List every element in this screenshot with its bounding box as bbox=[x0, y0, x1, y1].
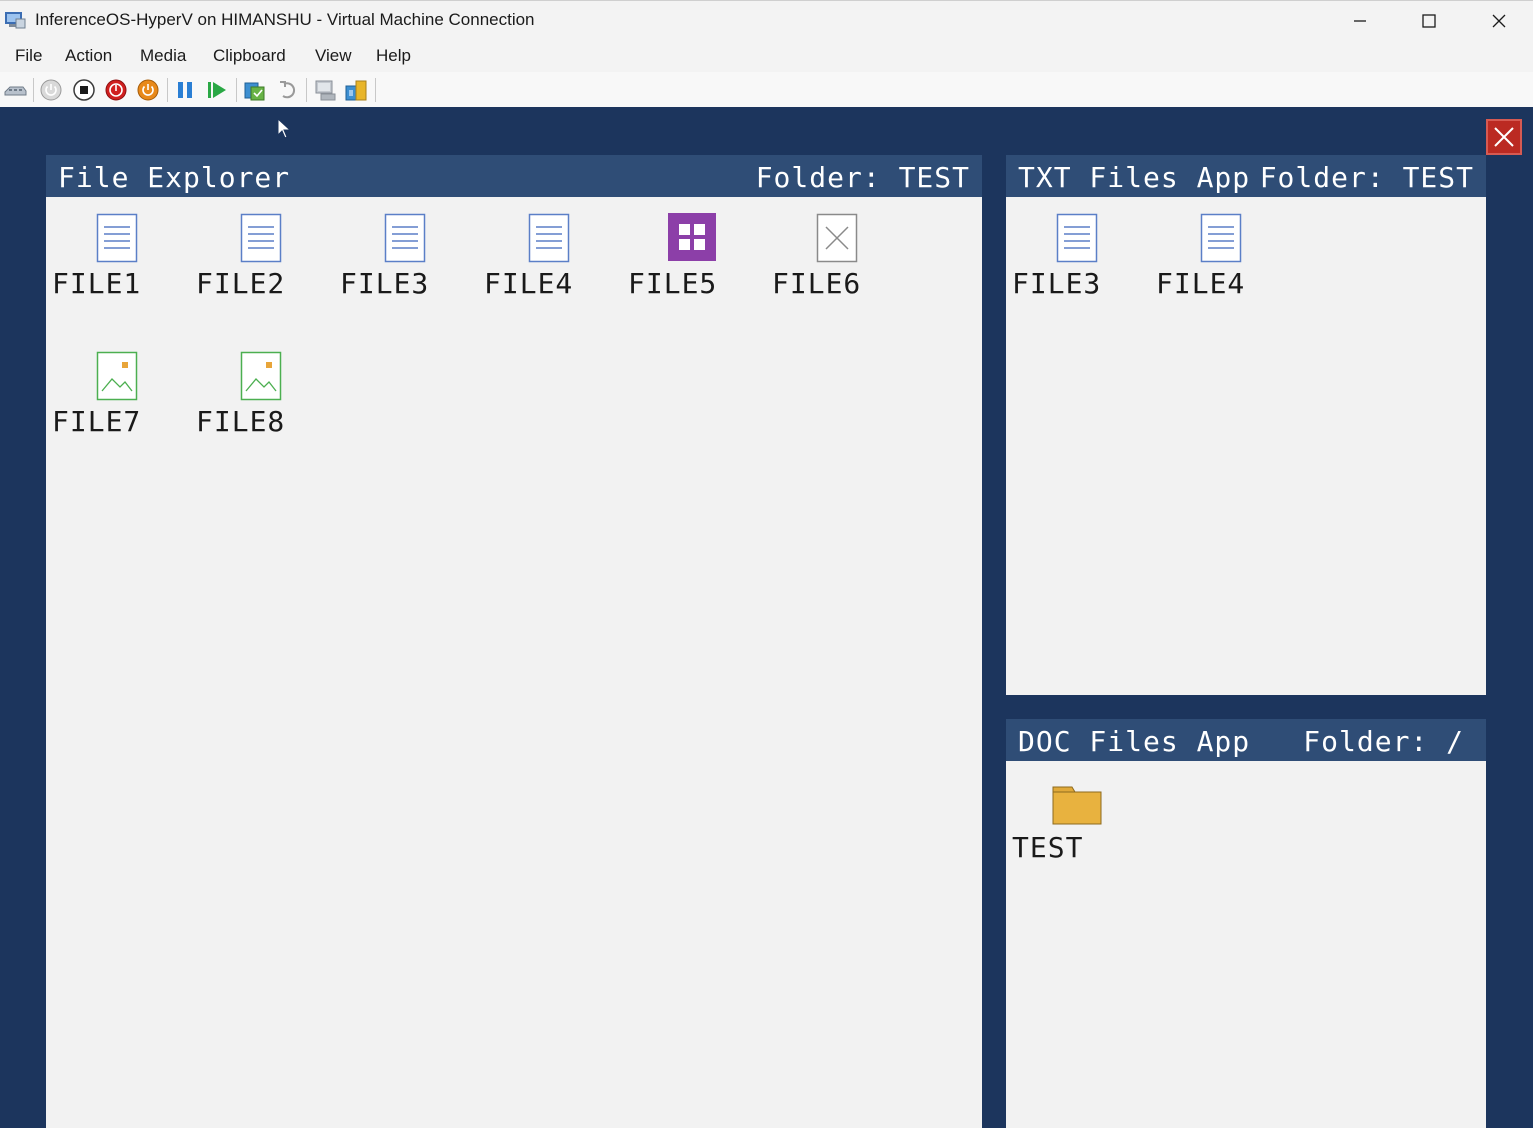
window-title: InferenceOS-HyperV on HIMANSHU - Virtual… bbox=[35, 10, 535, 29]
unknown-file-icon bbox=[816, 213, 858, 263]
file-item[interactable]: FILE6 bbox=[772, 205, 902, 315]
file-label: FILE3 bbox=[340, 267, 430, 300]
enhanced-session-icon[interactable] bbox=[313, 78, 337, 102]
file-item[interactable]: FILE8 bbox=[196, 343, 326, 453]
vm-display[interactable]: File Explorer Folder: TEST FILE1 FILE2 FIL… bbox=[0, 107, 1533, 1128]
start-icon[interactable] bbox=[39, 78, 63, 102]
file-explorer-folder: Folder: TEST bbox=[755, 161, 970, 194]
guest-close-button[interactable] bbox=[1486, 119, 1522, 155]
menu-help[interactable]: Help bbox=[376, 46, 411, 66]
resume-icon[interactable] bbox=[205, 78, 229, 102]
image-file-icon bbox=[240, 351, 282, 401]
file-label: FILE1 bbox=[52, 267, 142, 300]
shut-down-icon[interactable] bbox=[104, 78, 128, 102]
menu-media[interactable]: Media bbox=[140, 46, 186, 66]
file-label: FILE2 bbox=[196, 267, 286, 300]
mouse-cursor-icon bbox=[277, 118, 292, 139]
text-file-icon bbox=[1200, 213, 1242, 263]
file-item[interactable]: FILE3 bbox=[340, 205, 470, 315]
text-file-icon bbox=[96, 213, 138, 263]
folder-item[interactable]: TEST bbox=[1012, 769, 1142, 879]
doc-files-app-title: DOC Files App bbox=[1018, 725, 1251, 758]
file-explorer-title: File Explorer bbox=[58, 161, 291, 194]
doc-files-app-header: DOC Files App Folder: / bbox=[1006, 719, 1486, 761]
image-file-icon bbox=[96, 351, 138, 401]
vm-connection-icon bbox=[5, 12, 26, 29]
toolbar-separator bbox=[167, 78, 168, 102]
file-label: FILE6 bbox=[772, 267, 862, 300]
menu-file[interactable]: File bbox=[15, 46, 42, 66]
file-label: FILE3 bbox=[1012, 267, 1102, 300]
toolbar-separator bbox=[306, 78, 307, 102]
txt-files-app-folder: Folder: TEST bbox=[1259, 161, 1474, 194]
maximize-icon bbox=[1422, 14, 1436, 28]
turn-off-icon[interactable] bbox=[72, 78, 96, 102]
folder-icon bbox=[1052, 783, 1102, 833]
close-icon bbox=[1492, 14, 1506, 28]
file-label: TEST bbox=[1012, 831, 1084, 864]
file-label: FILE4 bbox=[484, 267, 574, 300]
txt-files-app-window[interactable]: TXT Files App Folder: TEST FILE3 FILE4 bbox=[1006, 155, 1486, 695]
menu-bar: File Action Media Clipboard View Help bbox=[0, 40, 1533, 72]
doc-files-app-window[interactable]: DOC Files App Folder: / TEST bbox=[1006, 719, 1486, 1128]
ctrl-alt-del-icon[interactable] bbox=[3, 78, 27, 102]
save-state-icon[interactable] bbox=[136, 78, 160, 102]
file-item[interactable]: FILE4 bbox=[484, 205, 614, 315]
file-item[interactable]: FILE3 bbox=[1012, 205, 1142, 315]
doc-files-app-folder: Folder: / bbox=[1303, 725, 1464, 758]
text-file-icon bbox=[528, 213, 570, 263]
file-label: FILE5 bbox=[628, 267, 718, 300]
file-item[interactable]: FILE1 bbox=[52, 205, 182, 315]
file-item[interactable]: FILE7 bbox=[52, 343, 182, 453]
text-file-icon bbox=[1056, 213, 1098, 263]
app-file-icon bbox=[668, 213, 716, 263]
checkpoint-icon[interactable] bbox=[243, 78, 267, 102]
file-label: FILE8 bbox=[196, 405, 286, 438]
file-item[interactable]: FILE2 bbox=[196, 205, 326, 315]
maximize-button[interactable] bbox=[1394, 1, 1464, 41]
toolbar bbox=[0, 72, 1533, 107]
text-file-icon bbox=[240, 213, 282, 263]
close-button[interactable] bbox=[1464, 1, 1533, 41]
txt-files-app-header: TXT Files App Folder: TEST bbox=[1006, 155, 1486, 197]
file-explorer-header: File Explorer Folder: TEST bbox=[46, 155, 982, 197]
minimize-button[interactable] bbox=[1325, 1, 1395, 41]
file-item[interactable]: FILE4 bbox=[1156, 205, 1286, 315]
close-icon bbox=[1494, 127, 1514, 147]
share-icon[interactable] bbox=[344, 78, 368, 102]
title-bar: InferenceOS-HyperV on HIMANSHU - Virtual… bbox=[0, 0, 1533, 40]
menu-clipboard[interactable]: Clipboard bbox=[213, 46, 286, 66]
toolbar-separator bbox=[236, 78, 237, 102]
file-explorer-window[interactable]: File Explorer Folder: TEST FILE1 FILE2 FIL… bbox=[46, 155, 982, 1128]
menu-view[interactable]: View bbox=[315, 46, 352, 66]
menu-action[interactable]: Action bbox=[65, 46, 112, 66]
text-file-icon bbox=[384, 213, 426, 263]
toolbar-separator bbox=[375, 78, 376, 102]
file-label: FILE4 bbox=[1156, 267, 1246, 300]
txt-files-app-title: TXT Files App bbox=[1018, 161, 1251, 194]
file-item[interactable]: FILE5 bbox=[628, 205, 758, 315]
pause-icon[interactable] bbox=[173, 78, 197, 102]
file-label: FILE7 bbox=[52, 405, 142, 438]
revert-icon[interactable] bbox=[276, 78, 300, 102]
minimize-icon bbox=[1354, 20, 1366, 22]
toolbar-separator bbox=[33, 78, 34, 102]
